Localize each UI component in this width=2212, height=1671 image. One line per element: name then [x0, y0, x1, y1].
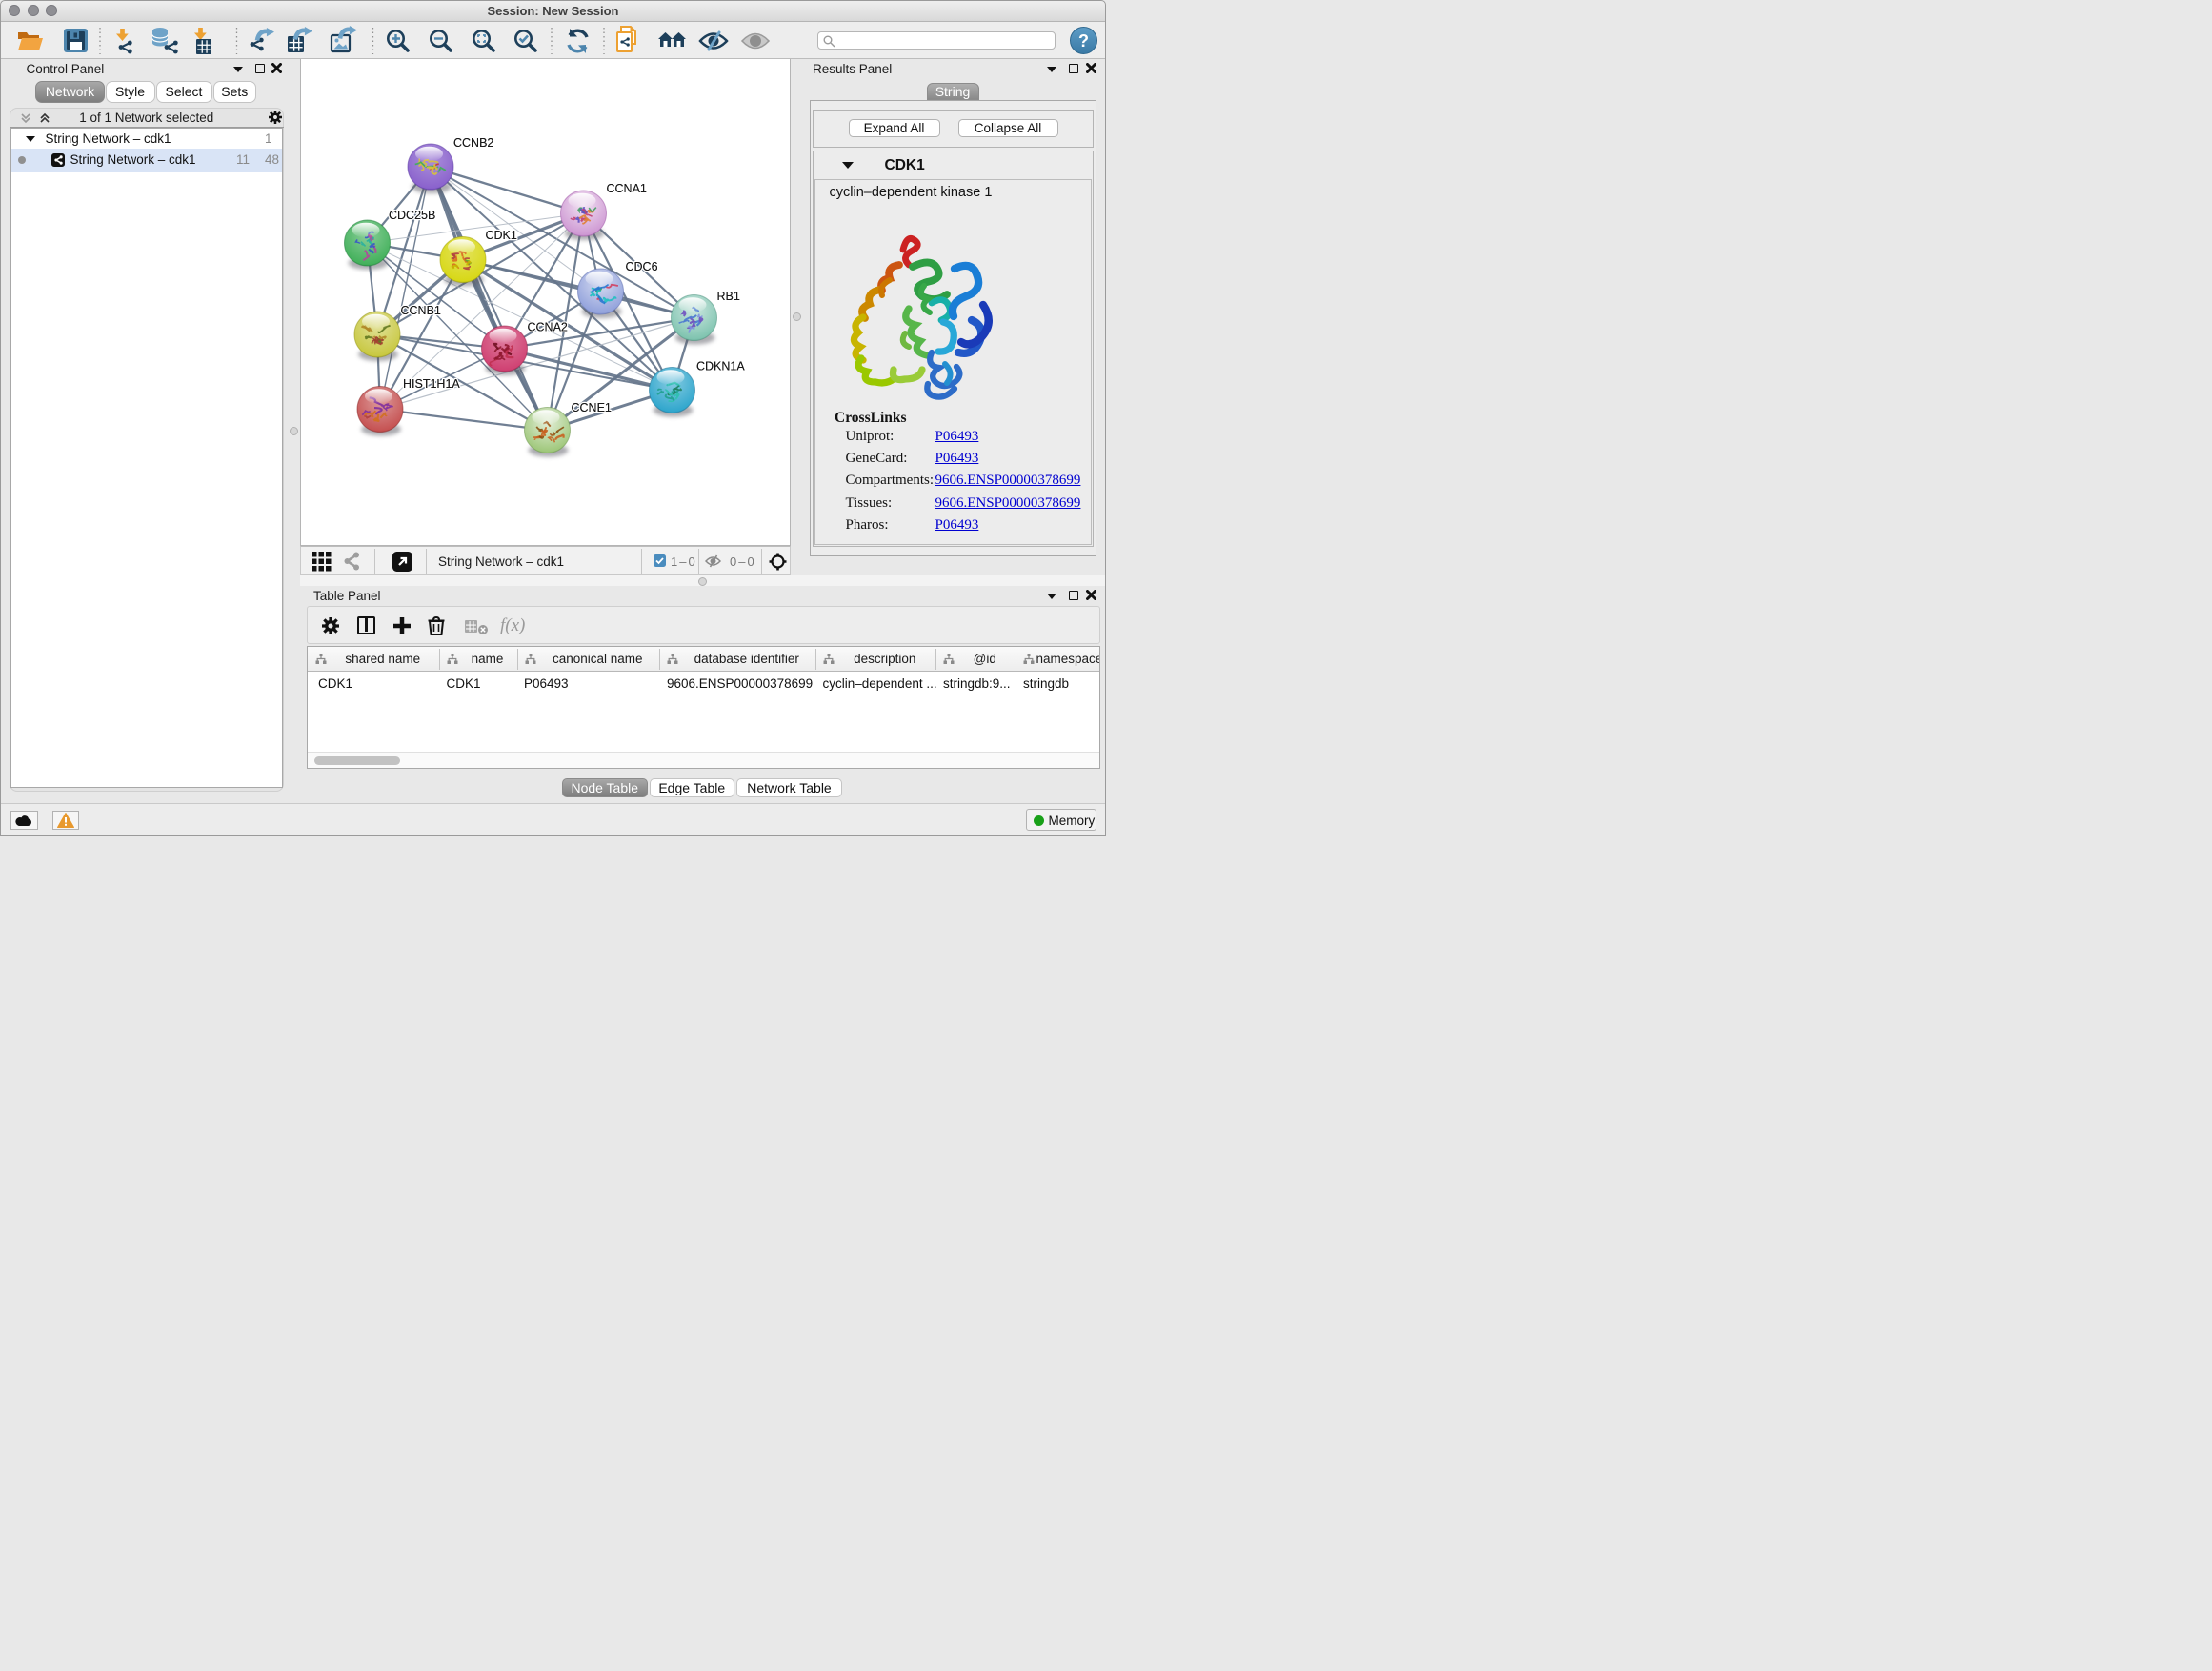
svg-text:CDC6: CDC6	[626, 260, 658, 273]
svg-text:CCNB2: CCNB2	[453, 136, 493, 150]
svg-text:CDKN1A: CDKN1A	[696, 360, 745, 373]
svg-text:RB1: RB1	[717, 290, 740, 303]
svg-text:CDK1: CDK1	[486, 229, 517, 242]
svg-text:CCNB1: CCNB1	[401, 304, 441, 317]
svg-text:CCNA2: CCNA2	[528, 321, 568, 334]
svg-text:CDC25B: CDC25B	[389, 209, 435, 222]
svg-text:CCNE1: CCNE1	[572, 401, 612, 414]
svg-text:CCNA1: CCNA1	[607, 182, 647, 195]
svg-text:HIST1H1A: HIST1H1A	[403, 377, 460, 391]
